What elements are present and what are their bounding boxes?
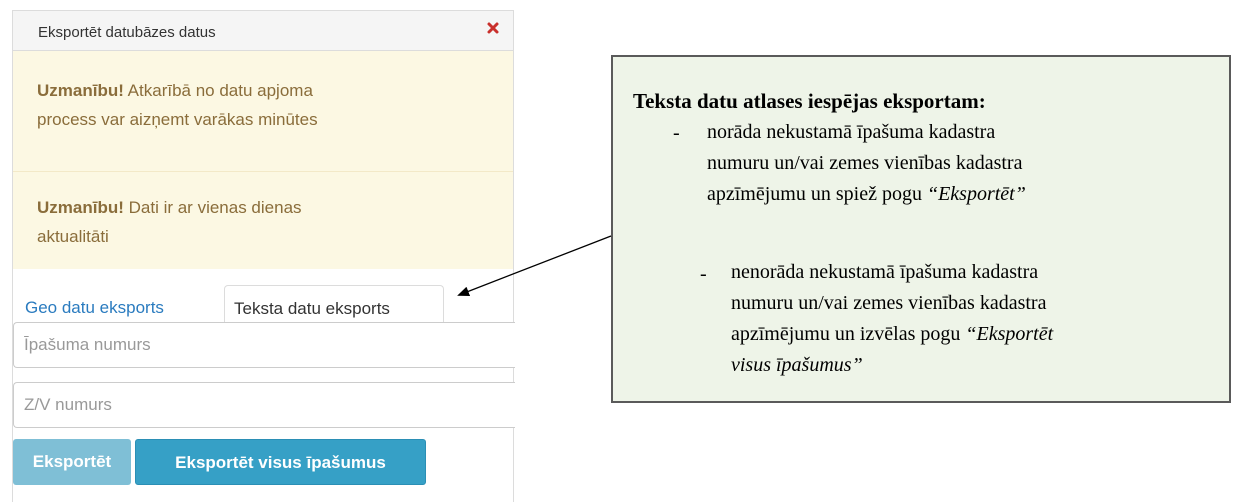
panel-header: Eksportēt datubāzes datus bbox=[13, 11, 513, 51]
callout-button-name: “Eksportēt” bbox=[926, 183, 1026, 205]
callout-line: apzīmējumu un izvēlas pogu bbox=[731, 323, 966, 345]
bullet-dash: - bbox=[673, 122, 680, 144]
land-unit-number-input[interactable]: Z/V numurs bbox=[13, 382, 515, 428]
alert-text: Dati ir ar vienas dienas bbox=[123, 198, 302, 217]
warning-alert-freshness: Uzmanību! Dati ir ar vienas dienas aktua… bbox=[13, 172, 513, 269]
callout-item-1: norāda nekustamā īpašuma kadastra numuru… bbox=[707, 117, 1026, 210]
callout-line: norāda nekustamā īpašuma kadastra bbox=[707, 121, 996, 143]
alert-text: Atkarībā no datu apjoma bbox=[123, 81, 313, 100]
callout-line: numuru un/vai zemes vienības kadastra bbox=[731, 292, 1047, 314]
callout-title: Teksta datu atlases iespējas eksportam: bbox=[633, 89, 986, 113]
alert-text: aktualitāti bbox=[37, 227, 109, 246]
bullet-dash: - bbox=[700, 263, 707, 285]
callout-line: numuru un/vai zemes vienības kadastra bbox=[707, 152, 1023, 174]
panel-title: Eksportēt datubāzes datus bbox=[38, 24, 216, 41]
callout-button-name: visus īpašumus” bbox=[731, 354, 863, 376]
callout-box: Teksta datu atlases iespējas eksportam: … bbox=[611, 55, 1231, 403]
export-button[interactable]: Eksportēt bbox=[13, 439, 131, 485]
callout-button-name: “Eksportēt bbox=[965, 323, 1054, 345]
callout-item-2: nenorāda nekustamā īpašuma kadastra numu… bbox=[731, 257, 1053, 381]
export-all-button[interactable]: Eksportēt visus īpašumus bbox=[135, 439, 426, 485]
alert-text: process var aizņemt varākas minūtes bbox=[37, 110, 318, 129]
callout-line: apzīmējumu un spiež pogu bbox=[707, 183, 927, 205]
export-panel: Eksportēt datubāzes datus Uzmanību! Atka… bbox=[12, 10, 515, 502]
warning-alert-duration: Uzmanību! Atkarībā no datu apjoma proces… bbox=[13, 51, 513, 172]
property-number-input[interactable]: Īpašuma numurs bbox=[13, 322, 515, 368]
alert-strong: Uzmanību! bbox=[37, 81, 124, 100]
close-icon[interactable] bbox=[485, 20, 501, 36]
alert-strong: Uzmanību! bbox=[37, 198, 124, 217]
callout-line: nenorāda nekustamā īpašuma kadastra bbox=[731, 261, 1039, 283]
